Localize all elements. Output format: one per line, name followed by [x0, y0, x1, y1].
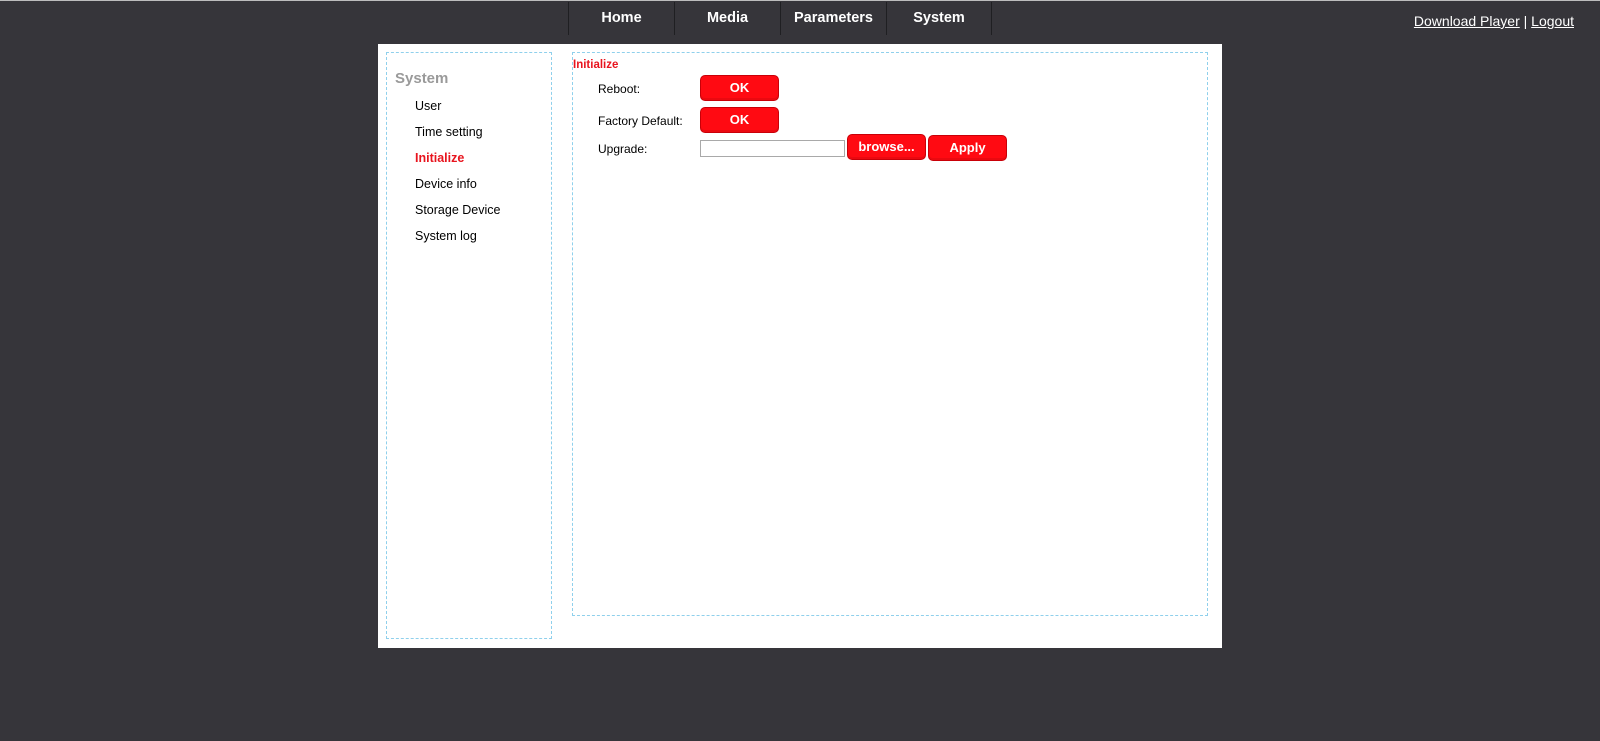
- upgrade-label: Upgrade:: [598, 142, 648, 156]
- content-area: Initialize Reboot: OK Factory Default: O…: [572, 52, 1208, 616]
- nav-parameters[interactable]: Parameters: [780, 2, 886, 35]
- nav-home[interactable]: Home: [568, 2, 674, 35]
- reboot-label: Reboot:: [598, 82, 641, 96]
- sidebar-item-initialize[interactable]: Initialize: [415, 150, 500, 176]
- sidebar-item-user[interactable]: User: [415, 98, 500, 124]
- factory-default-label: Factory Default:: [598, 114, 683, 128]
- nav-system[interactable]: System: [886, 2, 992, 35]
- download-player-link[interactable]: Download Player: [1414, 13, 1520, 29]
- factory-default-ok-button[interactable]: OK: [700, 107, 779, 133]
- browse-button[interactable]: browse...: [847, 134, 926, 160]
- sidebar-item-system-log[interactable]: System log: [415, 228, 500, 254]
- top-links: Download Player | Logout: [1414, 13, 1574, 29]
- main-nav: Home Media Parameters System: [568, 2, 992, 35]
- sidebar: System User Time setting Initialize Devi…: [386, 52, 552, 639]
- sidebar-item-device-info[interactable]: Device info: [415, 176, 500, 202]
- upgrade-file-field[interactable]: [700, 140, 845, 157]
- link-separator: |: [1523, 13, 1528, 29]
- sidebar-title: System: [395, 70, 449, 87]
- sidebar-item-storage-device[interactable]: Storage Device: [415, 202, 500, 228]
- top-bar: Home Media Parameters System Download Pl…: [0, 0, 1600, 35]
- apply-button[interactable]: Apply: [928, 135, 1007, 161]
- nav-media[interactable]: Media: [674, 2, 780, 35]
- main-panel: System User Time setting Initialize Devi…: [378, 44, 1222, 648]
- page-title: Initialize: [573, 59, 619, 71]
- logout-link[interactable]: Logout: [1531, 13, 1574, 29]
- sidebar-item-time-setting[interactable]: Time setting: [415, 124, 500, 150]
- reboot-ok-button[interactable]: OK: [700, 75, 779, 101]
- sidebar-menu: User Time setting Initialize Device info…: [415, 98, 500, 254]
